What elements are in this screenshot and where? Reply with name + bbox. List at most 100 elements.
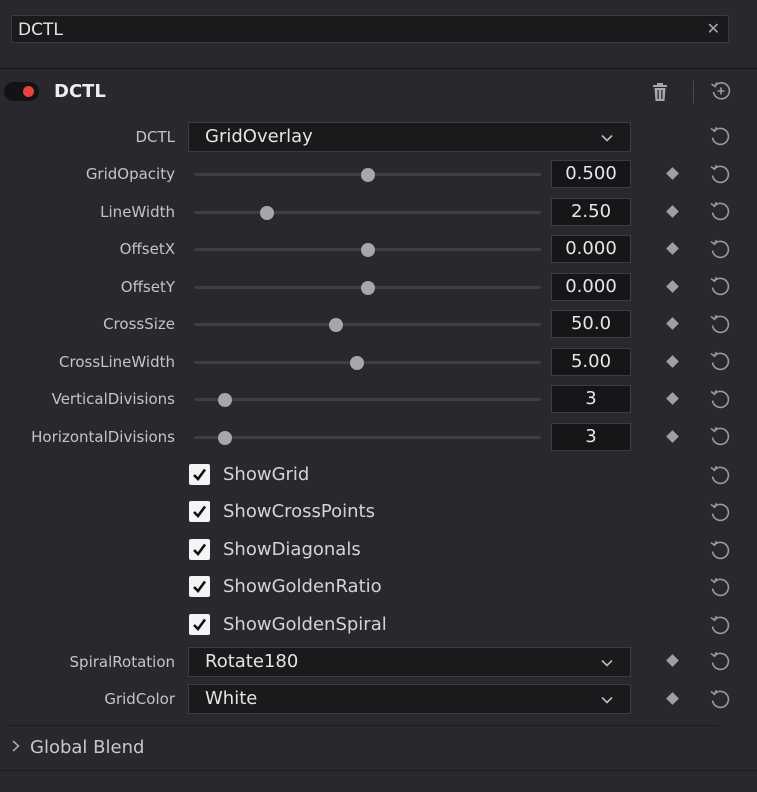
- chevron-down-icon: [601, 659, 613, 667]
- slider-knob[interactable]: [350, 355, 365, 370]
- header-divider: [693, 81, 694, 103]
- slider-label: HorizontalDivisions: [31, 428, 175, 446]
- check-icon: [193, 505, 207, 518]
- slider-track[interactable]: [194, 392, 541, 407]
- effect-title: DCTL: [54, 81, 106, 102]
- check-icon: [193, 618, 207, 631]
- keyframe-icon[interactable]: [666, 692, 679, 705]
- slider-track[interactable]: [194, 430, 541, 445]
- reset-icon[interactable]: [709, 388, 731, 410]
- checkbox-label: ShowGrid: [223, 464, 310, 485]
- reset-icon[interactable]: [709, 275, 731, 297]
- reset-icon[interactable]: [709, 614, 731, 636]
- dctl-dropdown[interactable]: GridOverlay: [188, 122, 631, 152]
- trash-icon[interactable]: [651, 82, 669, 102]
- checkbox-showgoldenratio[interactable]: [189, 576, 210, 597]
- reset-all-icon[interactable]: [710, 80, 732, 102]
- reset-icon[interactable]: [709, 576, 731, 598]
- value-field[interactable]: 2.50: [551, 198, 631, 226]
- slider-track[interactable]: [194, 280, 541, 295]
- chevron-down-icon: [601, 134, 613, 142]
- slider-track[interactable]: [194, 317, 541, 332]
- global-blend-label: Global Blend: [30, 737, 145, 758]
- check-icon: [193, 580, 207, 593]
- keyframe-icon[interactable]: [666, 205, 679, 218]
- value-field[interactable]: 0.000: [551, 235, 631, 263]
- keyframe-icon[interactable]: [666, 654, 679, 667]
- checkbox-showcrosspoints[interactable]: [189, 501, 210, 522]
- reset-icon[interactable]: [709, 501, 731, 523]
- gridcolor-dropdown[interactable]: White: [188, 684, 631, 714]
- check-icon: [193, 468, 207, 481]
- reset-icon[interactable]: [709, 163, 731, 185]
- slider-label: GridOpacity: [85, 165, 175, 183]
- checkbox-label: ShowDiagonals: [223, 539, 361, 560]
- checkbox-showdiagonals[interactable]: [189, 539, 210, 560]
- slider-knob[interactable]: [218, 392, 233, 407]
- slider-track[interactable]: [194, 242, 541, 257]
- reset-icon[interactable]: [709, 238, 731, 260]
- reset-icon[interactable]: [709, 125, 731, 147]
- value-field[interactable]: 3: [551, 385, 631, 413]
- spiralrotation-label: SpiralRotation: [69, 653, 175, 671]
- value-field[interactable]: 50.0: [551, 310, 631, 338]
- checkbox-showgrid[interactable]: [189, 464, 210, 485]
- divider: [6, 725, 718, 726]
- chevron-down-icon: [601, 696, 613, 704]
- search-input[interactable]: [16, 18, 690, 42]
- slider-knob[interactable]: [360, 242, 375, 257]
- reset-icon[interactable]: [709, 650, 731, 672]
- slider-knob[interactable]: [360, 167, 375, 182]
- divider: [0, 770, 757, 771]
- slider-label: LineWidth: [100, 203, 175, 221]
- search-box: ✕: [11, 15, 729, 43]
- slider-knob[interactable]: [329, 317, 344, 332]
- slider-knob[interactable]: [218, 430, 233, 445]
- slider-label: CrossLineWidth: [59, 353, 175, 371]
- reset-icon[interactable]: [709, 688, 731, 710]
- keyframe-icon[interactable]: [666, 167, 679, 180]
- spiralrotation-value: Rotate180: [205, 651, 299, 672]
- slider-label: CrossSize: [103, 315, 175, 333]
- dctl-dropdown-value: GridOverlay: [205, 126, 313, 147]
- check-icon: [193, 543, 207, 556]
- effect-enable-toggle[interactable]: [4, 82, 39, 101]
- keyframe-icon[interactable]: [666, 392, 679, 405]
- checkbox-label: ShowGoldenRatio: [223, 576, 382, 597]
- keyframe-icon[interactable]: [666, 355, 679, 368]
- value-field[interactable]: 0.000: [551, 273, 631, 301]
- value-field[interactable]: 5.00: [551, 348, 631, 376]
- slider-track[interactable]: [194, 205, 541, 220]
- keyframe-icon[interactable]: [666, 242, 679, 255]
- reset-icon[interactable]: [709, 200, 731, 222]
- gridcolor-label: GridColor: [104, 690, 175, 708]
- global-blend-section[interactable]: Global Blend: [0, 729, 757, 769]
- slider-track[interactable]: [194, 355, 541, 370]
- keyframe-icon[interactable]: [666, 430, 679, 443]
- spiralrotation-dropdown[interactable]: Rotate180: [188, 647, 631, 677]
- dctl-label: DCTL: [135, 128, 175, 146]
- reset-icon[interactable]: [709, 350, 731, 372]
- reset-icon[interactable]: [709, 313, 731, 335]
- checkbox-label: ShowGoldenSpiral: [223, 614, 387, 635]
- slider-track[interactable]: [194, 167, 541, 182]
- keyframe-icon[interactable]: [666, 280, 679, 293]
- slider-label: OffsetY: [120, 278, 175, 296]
- slider-label: OffsetX: [119, 240, 175, 258]
- keyframe-icon[interactable]: [666, 317, 679, 330]
- chevron-right-icon: [12, 740, 20, 752]
- reset-icon[interactable]: [709, 464, 731, 486]
- checkbox-label: ShowCrossPoints: [223, 501, 375, 522]
- value-field[interactable]: 0.500: [551, 160, 631, 188]
- value-field[interactable]: 3: [551, 423, 631, 451]
- slider-label: VerticalDivisions: [51, 390, 175, 408]
- effect-header: [0, 69, 757, 115]
- slider-knob[interactable]: [360, 280, 375, 295]
- close-icon[interactable]: ✕: [707, 19, 720, 38]
- checkbox-showgoldenspiral[interactable]: [189, 614, 210, 635]
- slider-knob[interactable]: [259, 205, 274, 220]
- toggle-dot: [23, 86, 34, 97]
- reset-icon[interactable]: [709, 425, 731, 447]
- reset-icon[interactable]: [709, 539, 731, 561]
- search-bar: ✕: [0, 0, 757, 69]
